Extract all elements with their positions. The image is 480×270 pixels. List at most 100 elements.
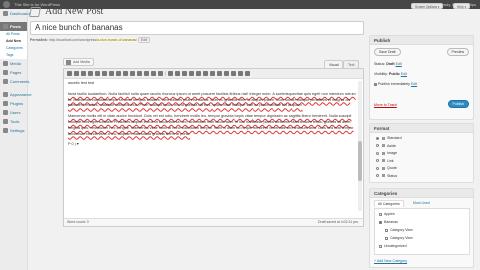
misspelled-word: quam iaculis rhoncus (139, 91, 176, 96)
spellcheck-icon[interactable] (151, 71, 156, 76)
sidebar-sub-all-posts[interactable]: All Posts (0, 31, 27, 38)
fullscreen-icon[interactable] (158, 71, 163, 76)
help-button[interactable]: Help ▾ (453, 3, 471, 9)
bold-icon[interactable] (67, 71, 72, 76)
sidebar-item-users[interactable]: Users (0, 108, 27, 117)
media-icon (66, 60, 71, 65)
categories-box: Categories All Categories Most Used Appl… (369, 188, 474, 268)
undo-icon[interactable] (231, 71, 236, 76)
text-color-icon[interactable] (189, 71, 194, 76)
paste-text-icon[interactable] (196, 71, 201, 76)
underline-icon[interactable] (175, 71, 180, 76)
add-new-category-link[interactable]: + Add New Category (374, 259, 407, 263)
align-center-icon[interactable] (116, 71, 121, 76)
align-right-icon[interactable] (123, 71, 128, 76)
italic-icon[interactable] (74, 71, 79, 76)
sidebar-sub-tags[interactable]: Tags (0, 52, 27, 59)
move-to-trash-link[interactable]: Move to Trash (374, 103, 397, 107)
tab-visual[interactable]: Visual (324, 60, 344, 68)
scrollbar-thumb[interactable] (358, 141, 362, 181)
sidebar-sub-add-new[interactable]: Add New (0, 38, 27, 45)
editor-content[interactable]: ascetic test test facta facilis laudantiu… (64, 79, 363, 215)
category-checkbox[interactable] (385, 228, 388, 232)
category-item[interactable]: Category View (385, 236, 413, 240)
publish-button[interactable]: Publish (447, 100, 469, 108)
format-select-icon[interactable] (168, 71, 173, 76)
sidebar-item-tools[interactable]: Tools (0, 117, 27, 126)
sidebar-item-posts[interactable]: Posts (0, 22, 27, 31)
indent-icon[interactable] (224, 71, 229, 76)
tab-all-categories[interactable]: All Categories (374, 200, 404, 207)
category-item[interactable]: Category View (385, 228, 413, 232)
sidebar-item-media[interactable]: Media (0, 59, 27, 68)
category-checklist: Apples Bananas Category View Category View U… (374, 208, 470, 255)
tab-most-used[interactable]: Most Used (410, 200, 433, 206)
misspelled-word: finibus nisi (229, 91, 248, 96)
sidebar-sub-categories[interactable]: Categories (0, 45, 27, 52)
visibility-edit-link[interactable]: Edit (401, 72, 407, 76)
format-option-image[interactable]: Image (376, 151, 397, 155)
blockquote-icon[interactable] (102, 71, 107, 76)
special-character-icon[interactable] (210, 71, 215, 76)
justify-icon[interactable] (182, 71, 187, 76)
permalink-base: http://localhost.com/wordpress/ (48, 38, 98, 42)
editor-scrollbar[interactable] (358, 81, 362, 211)
settings-icon (3, 128, 8, 133)
category-item[interactable]: Uncategorized (379, 244, 407, 248)
redo-icon[interactable] (238, 71, 243, 76)
screen-options-button[interactable]: Screen Options ▾ (411, 3, 444, 9)
status-format-icon (382, 174, 385, 178)
preview-button[interactable]: Preview (446, 48, 469, 56)
sidebar-item-pages[interactable]: Pages (0, 68, 27, 77)
wordpress-logo-icon[interactable] (3, 1, 10, 8)
sidebar-item-appearance[interactable]: Appearance (0, 90, 32, 99)
post-title-input[interactable]: A nice bunch of bananas (30, 21, 364, 35)
sidebar-item-dashboard[interactable]: Dashboard (0, 9, 30, 18)
radio-button[interactable] (376, 136, 379, 140)
tab-text[interactable]: Text (343, 60, 360, 68)
status-edit-link[interactable]: Edit (396, 62, 402, 66)
publish-box: Publish Save Draft Preview Status: Draft… (369, 35, 474, 120)
category-checkbox[interactable] (379, 244, 382, 248)
insert-more-icon[interactable] (144, 71, 149, 76)
strikethrough-icon[interactable] (81, 71, 86, 76)
radio-button[interactable] (376, 144, 379, 148)
format-option-quote[interactable]: Quote (376, 166, 397, 170)
dashboard-icon (3, 11, 8, 16)
category-checkbox[interactable] (385, 236, 388, 240)
admin-sidebar: Dashboard Posts All Posts Add New Catego… (0, 9, 32, 270)
category-item[interactable]: Bananas (379, 220, 398, 224)
category-checkbox[interactable] (379, 212, 382, 216)
category-label: Uncategorized (384, 244, 407, 248)
help-icon[interactable] (245, 71, 250, 76)
save-draft-button[interactable]: Save Draft (374, 48, 401, 56)
sidebar-item-settings[interactable]: Settings (0, 126, 27, 135)
publish-time-edit-link[interactable]: Edit (411, 82, 417, 86)
align-left-icon[interactable] (109, 71, 114, 76)
format-option-aside[interactable]: Aside (376, 144, 396, 148)
sidebar-item-comments[interactable]: Comments (0, 77, 29, 86)
format-option-standard[interactable]: Standard (376, 136, 402, 140)
permalink-slug[interactable]: a-nice-bunch-of-bananas/ (97, 38, 138, 42)
radio-button[interactable] (376, 174, 379, 178)
unlink-icon[interactable] (137, 71, 142, 76)
format-option-status[interactable]: Status (376, 174, 397, 178)
bullet-list-icon[interactable] (88, 71, 93, 76)
format-option-link[interactable]: Link (376, 159, 394, 163)
post-editor: ascetic test test facta facilis laudantiu… (63, 68, 364, 227)
insert-link-icon[interactable] (130, 71, 135, 76)
permalink-edit-button[interactable]: Edit (138, 37, 151, 43)
paragraph-text: P 0 | ▾ (68, 142, 79, 147)
outdent-icon[interactable] (217, 71, 222, 76)
paragraph-text: placerat (259, 103, 273, 108)
category-item[interactable]: Apples (379, 212, 395, 216)
radio-button[interactable] (376, 166, 379, 170)
category-checkbox[interactable] (379, 220, 382, 224)
clear-formatting-icon[interactable] (203, 71, 208, 76)
format-box-title: Format (370, 124, 473, 133)
sidebar-item-plugins[interactable]: Plugins (0, 99, 27, 108)
radio-button[interactable] (376, 159, 379, 163)
radio-button[interactable] (376, 151, 379, 155)
numbered-list-icon[interactable] (95, 71, 100, 76)
add-media-button[interactable]: Add Media (63, 58, 94, 66)
